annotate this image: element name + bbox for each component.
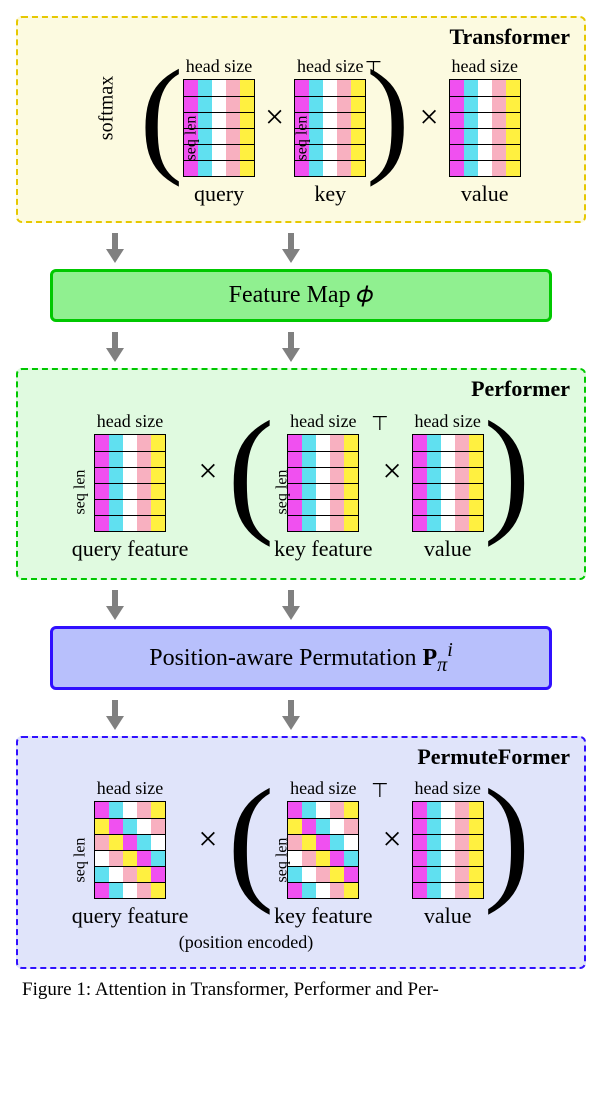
seqlen-k: seq len: [294, 115, 312, 160]
times2: ×: [420, 99, 439, 137]
seqlen-pmq: seq len: [71, 837, 89, 882]
lparen2: (: [228, 408, 275, 534]
headsize-pmv: head size: [414, 778, 480, 799]
arrows-3: [16, 590, 586, 622]
value-label-pm: value: [424, 903, 472, 929]
transpose3: ⊤: [371, 778, 388, 803]
headsize-pv: head size: [414, 411, 480, 432]
transformer-row: softmax ( seq len head size query × seq …: [22, 56, 574, 207]
key-cell: seq len head size⊤ key: [294, 56, 366, 207]
queryfeat-cell: seq len head size query feature: [72, 411, 189, 562]
rparen3: ): [484, 776, 531, 902]
keyfeat-cell: seq len head size⊤ key feature: [274, 411, 372, 562]
headsize-q: head size: [186, 56, 252, 77]
value-matrix-p: [412, 434, 484, 532]
pospermute-sub: π: [437, 654, 447, 676]
permuteformer-row: seq len head size query feature × ( seq …: [28, 776, 574, 932]
value-cell-pm: head size value: [412, 778, 484, 929]
times1: ×: [265, 99, 284, 137]
headsize-pmq: head size: [97, 778, 163, 799]
rparen2: ): [484, 408, 531, 534]
pos-permute-box: Position-aware Permutation Pπi: [50, 626, 552, 690]
queryfeat-perm-matrix: [94, 801, 166, 899]
key-label: key: [314, 181, 346, 207]
feature-map-label: Feature Map 𝜙: [229, 282, 374, 308]
arrow-down-icon: [102, 700, 128, 732]
queryfeat-label: query feature: [72, 536, 189, 562]
arrow-down-icon: [278, 700, 304, 732]
seqlen-pk: seq len: [274, 470, 292, 515]
query-cell: seq len head size query: [183, 56, 255, 207]
arrows-4: [16, 700, 586, 732]
performer-title: Performer: [471, 376, 570, 402]
pos-encoded-label: (position encoded): [0, 932, 574, 953]
value-matrix-pm: [412, 801, 484, 899]
softmax-label: softmax: [96, 76, 119, 140]
arrows-1: [16, 233, 586, 265]
seqlen-pq: seq len: [71, 470, 89, 515]
headsize-pmk: head size⊤: [290, 778, 356, 799]
transpose: ⊤: [365, 56, 382, 81]
arrow-down-icon: [102, 332, 128, 364]
value-matrix: [449, 79, 521, 177]
seqlen-pmk: seq len: [274, 837, 292, 882]
headsize-pq: head size: [97, 411, 163, 432]
times5: ×: [198, 821, 217, 859]
value-label: value: [461, 181, 509, 207]
keyfeat-matrix: [287, 434, 359, 532]
pospermute-text: Position-aware Permutation: [149, 645, 422, 671]
lparen3: (: [228, 776, 275, 902]
transpose2: ⊤: [371, 411, 388, 436]
performer-row: seq len head size query feature × ( seq …: [28, 408, 574, 564]
value-cell: head size value: [449, 56, 521, 207]
performer-box: Performer seq len head size query featur…: [16, 368, 586, 580]
times4: ×: [382, 453, 401, 491]
keyfeat-perm-matrix: [287, 801, 359, 899]
arrow-down-icon: [278, 233, 304, 265]
figure-caption: Figure 1: Attention in Transformer, Perf…: [16, 979, 586, 1001]
feature-map-box: Feature Map 𝜙: [50, 269, 552, 322]
pospermute-P: P: [423, 645, 438, 671]
headsize-k: head size⊤: [297, 56, 363, 77]
keyfeat-label: key feature: [274, 536, 372, 562]
times6: ×: [382, 821, 401, 859]
headsize-pk: head size⊤: [290, 411, 356, 432]
transformer-title: Transformer: [449, 24, 570, 50]
queryfeat-matrix: [94, 434, 166, 532]
permuteformer-box: PermuteFormer seq len head size query fe…: [16, 736, 586, 969]
headsize-v: head size: [451, 56, 517, 77]
keyfeat-label-pm: key feature: [274, 903, 372, 929]
lparen: (: [140, 58, 183, 175]
transformer-box: Transformer softmax ( seq len head size …: [16, 16, 586, 223]
arrow-down-icon: [102, 590, 128, 622]
pospermute-sup: i: [447, 639, 453, 661]
arrow-down-icon: [278, 590, 304, 622]
seqlen-q: seq len: [182, 115, 200, 160]
queryfeat-label-pm: query feature: [72, 903, 189, 929]
arrows-2: [16, 332, 586, 364]
arrow-down-icon: [102, 233, 128, 265]
query-label: query: [194, 181, 244, 207]
queryfeat-cell-pm: seq len head size query feature: [72, 778, 189, 929]
permuteformer-title: PermuteFormer: [417, 744, 570, 770]
keyfeat-cell-pm: seq len head size⊤ key feature: [274, 778, 372, 929]
value-cell-p: head size value: [412, 411, 484, 562]
value-label-p: value: [424, 536, 472, 562]
times3: ×: [198, 453, 217, 491]
arrow-down-icon: [278, 332, 304, 364]
